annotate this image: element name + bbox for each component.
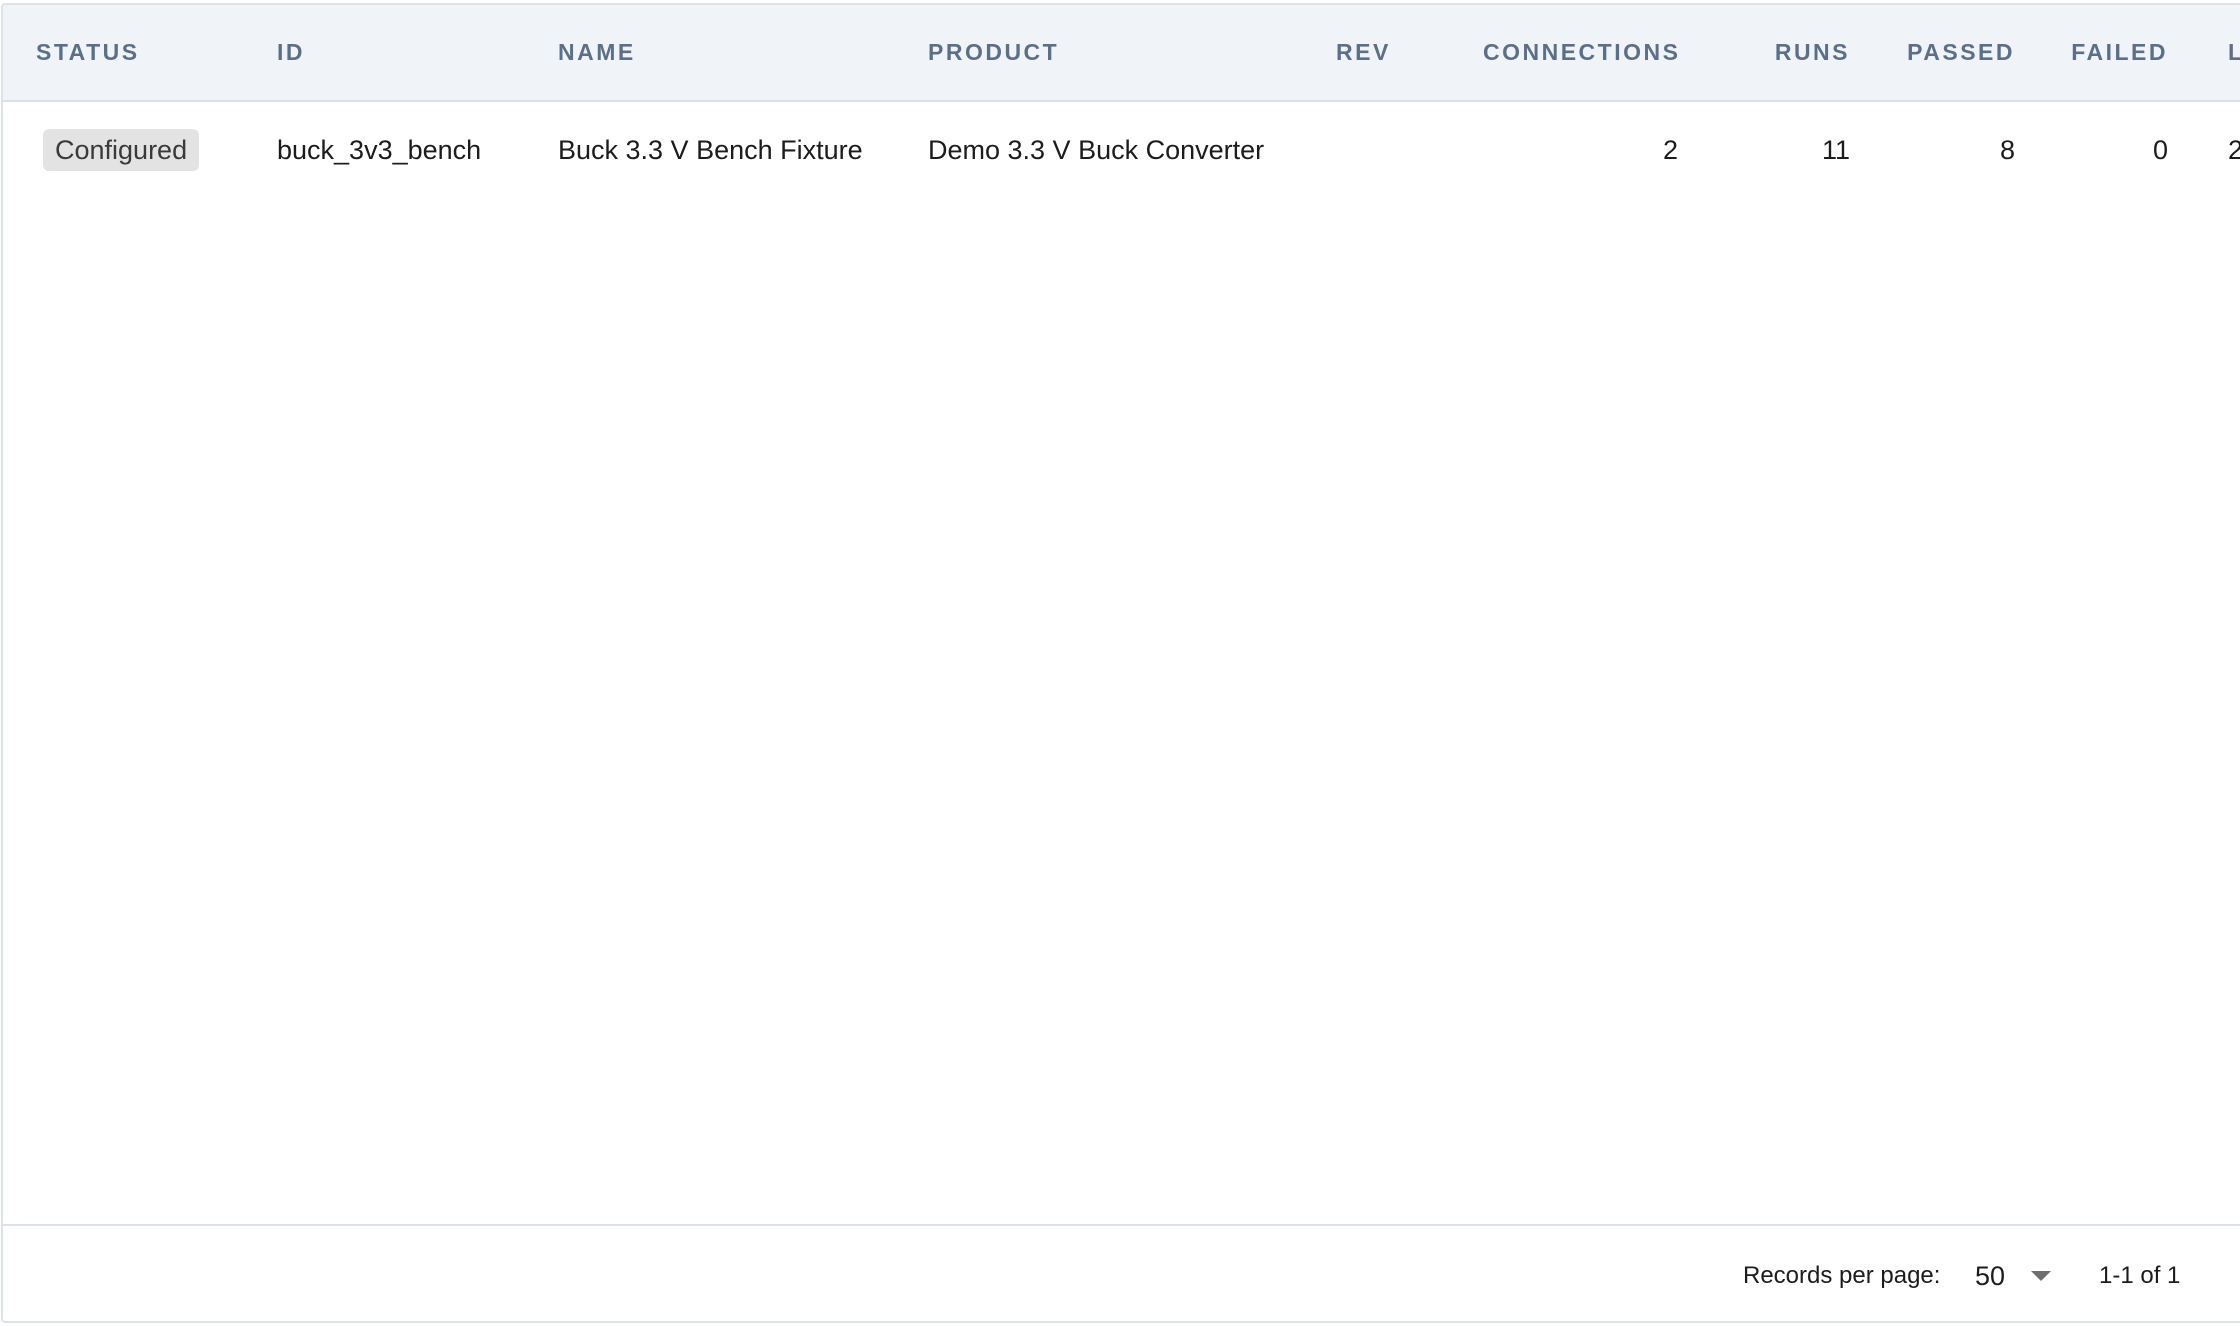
column-header-rev[interactable]: REV — [1336, 5, 1391, 100]
column-header-name[interactable]: NAME — [558, 5, 636, 100]
cell-runs: 11 — [1821, 135, 1850, 165]
records-per-page-select[interactable]: 50 — [1969, 1250, 2069, 1302]
cell-connections: 2 — [1662, 135, 1678, 165]
column-header-runs[interactable]: RUNS — [1743, 5, 1850, 100]
table-row[interactable]: Configured buck_3v3_bench Buck 3.3 V Ben… — [3, 102, 2240, 198]
column-header-status[interactable]: STATUS — [36, 5, 140, 100]
cell-product: Demo 3.3 V Buck Converter — [928, 135, 1265, 165]
column-header-passed[interactable]: PASSED — [1883, 5, 2015, 100]
cell-passed: 8 — [1999, 135, 2015, 165]
column-header-failed[interactable]: FAILED — [2053, 5, 2168, 100]
pagination-info: 1-1 of 1 — [2099, 1262, 2181, 1289]
status-badge: Configured — [43, 129, 200, 171]
table-footer: Records per page: 50 1-1 of 1 — [3, 1224, 2240, 1321]
chevron-down-icon — [2031, 1271, 2051, 1281]
records-per-page-label: Records per page: — [1743, 1262, 1941, 1289]
cell-id: buck_3v3_bench — [277, 135, 482, 165]
data-table: STATUS ID NAME PRODUCT REV CONNECTIONS R… — [1, 3, 2240, 1323]
records-per-page-value: 50 — [1975, 1261, 2006, 1291]
cell-name: Buck 3.3 V Bench Fixture — [558, 135, 863, 165]
cell-failed: 0 — [2152, 135, 2168, 165]
table-header-row: STATUS ID NAME PRODUCT REV CONNECTIONS R… — [3, 5, 2240, 102]
cell-last: 2 — [2228, 102, 2240, 198]
column-header-last[interactable]: L — [2228, 5, 2240, 100]
column-header-product[interactable]: PRODUCT — [928, 5, 1059, 100]
column-header-connections[interactable]: CONNECTIONS — [1483, 5, 1678, 100]
column-header-id[interactable]: ID — [277, 5, 305, 100]
